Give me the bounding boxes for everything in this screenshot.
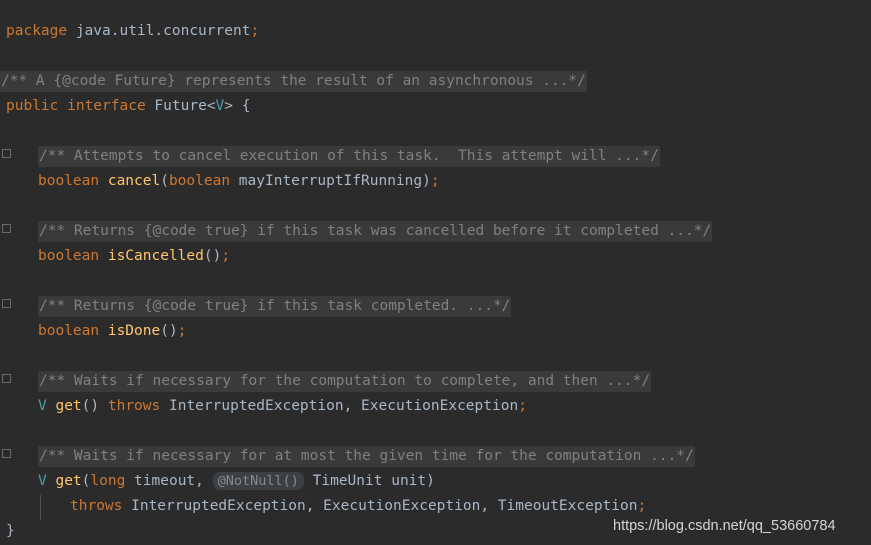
folded-javadoc[interactable]: /** Returns {@code true} if this task wa… bbox=[38, 221, 713, 242]
code-line-closing-brace: } bbox=[6, 519, 15, 544]
method-name-isdone: isDone bbox=[99, 323, 161, 339]
method-name-iscancelled: isCancelled bbox=[99, 248, 204, 264]
folded-javadoc[interactable]: /** A {@code Future} represents the resu… bbox=[0, 71, 587, 92]
code-line-method-iscancelled: boolean isCancelled(); bbox=[38, 244, 230, 269]
comma: , bbox=[195, 473, 213, 489]
param-name: unit bbox=[382, 473, 427, 489]
comma: , bbox=[480, 498, 490, 514]
paren-open: ( bbox=[160, 173, 169, 189]
return-type: boolean bbox=[38, 323, 100, 339]
method-name-get: get bbox=[46, 473, 82, 489]
semicolon: ; bbox=[430, 173, 440, 189]
code-line-folded-comment-get-timeout[interactable]: /** Waits if necessary for at most the g… bbox=[38, 444, 695, 469]
type-parameter: V bbox=[215, 98, 225, 114]
code-line-throws-continuation: throws InterruptedException, ExecutionEx… bbox=[70, 494, 646, 519]
param-type: long bbox=[90, 473, 126, 489]
angle-close: > bbox=[224, 98, 242, 114]
code-line-folded-comment-interface[interactable]: /** A {@code Future} represents the resu… bbox=[0, 69, 587, 94]
keyword-package: package bbox=[6, 23, 68, 39]
code-line-method-cancel: boolean cancel(boolean mayInterruptIfRun… bbox=[38, 169, 440, 194]
paren-close: ) bbox=[426, 473, 435, 489]
return-type-param: V bbox=[38, 473, 47, 489]
code-line-package: package java.util.concurrent; bbox=[6, 19, 259, 44]
code-line-folded-comment-get[interactable]: /** Waits if necessary for the computati… bbox=[38, 369, 652, 394]
code-line-folded-comment-iscancelled[interactable]: /** Returns {@code true} if this task wa… bbox=[38, 219, 713, 244]
folded-javadoc[interactable]: /** Waits if necessary for the computati… bbox=[38, 371, 652, 392]
code-line-folded-comment-isdone[interactable]: /** Returns {@code true} if this task co… bbox=[38, 294, 512, 319]
exception-type: InterruptedException bbox=[122, 498, 306, 514]
comma: , bbox=[343, 398, 353, 414]
folded-javadoc[interactable]: /** Returns {@code true} if this task co… bbox=[38, 296, 512, 317]
parens: () bbox=[81, 398, 108, 414]
code-line-folded-comment-cancel[interactable]: /** Attempts to cancel execution of this… bbox=[38, 144, 660, 169]
parens: () bbox=[160, 323, 178, 339]
interface-name: Future bbox=[154, 98, 207, 114]
keyword-throws: throws bbox=[70, 498, 123, 514]
return-type: boolean bbox=[38, 248, 100, 264]
method-name-cancel: cancel bbox=[99, 173, 161, 189]
exception-type: ExecutionException bbox=[352, 398, 519, 414]
package-name: java.util.concurrent bbox=[67, 23, 251, 39]
brace-open: { bbox=[241, 98, 251, 114]
inlay-hint-notnull[interactable]: @NotNull() bbox=[212, 472, 304, 490]
angle-open: < bbox=[206, 98, 216, 114]
keyword-interface: interface bbox=[58, 98, 155, 114]
method-name-get: get bbox=[46, 398, 82, 414]
parens: () bbox=[203, 248, 222, 264]
code-line-method-isdone: boolean isDone(); bbox=[38, 319, 186, 344]
return-type: boolean bbox=[38, 173, 100, 189]
exception-type: InterruptedException bbox=[160, 398, 344, 414]
paren-close: ) bbox=[422, 173, 431, 189]
code-editor[interactable]: package java.util.concurrent; /** A {@co… bbox=[0, 0, 871, 545]
code-line-method-get-timeout: V get(long timeout, @NotNull() TimeUnit … bbox=[38, 469, 435, 494]
semicolon: ; bbox=[177, 323, 187, 339]
param-name: timeout bbox=[125, 473, 196, 489]
param-type: TimeUnit bbox=[303, 473, 383, 489]
return-type-param: V bbox=[38, 398, 47, 414]
exception-type: TimeoutException bbox=[489, 498, 638, 514]
semicolon: ; bbox=[250, 23, 260, 39]
folded-javadoc[interactable]: /** Attempts to cancel execution of this… bbox=[38, 146, 660, 167]
semicolon: ; bbox=[637, 498, 647, 514]
code-content[interactable]: package java.util.concurrent; /** A {@co… bbox=[0, 0, 871, 545]
param-name: mayInterruptIfRunning bbox=[230, 173, 423, 189]
keyword-public: public bbox=[6, 98, 59, 114]
exception-type: ExecutionException bbox=[314, 498, 481, 514]
code-line-interface-decl: public interface Future<V> { bbox=[6, 94, 250, 119]
semicolon: ; bbox=[221, 248, 231, 264]
code-line-method-get: V get() throws InterruptedException, Exe… bbox=[38, 394, 527, 419]
brace-close: } bbox=[6, 523, 15, 539]
indent-guide bbox=[40, 495, 41, 520]
param-type: boolean bbox=[168, 173, 231, 189]
watermark-url: https://blog.csdn.net/qq_53660784 bbox=[613, 518, 836, 534]
semicolon: ; bbox=[518, 398, 527, 414]
folded-javadoc[interactable]: /** Waits if necessary for at most the g… bbox=[38, 446, 695, 467]
keyword-throws: throws bbox=[107, 398, 161, 414]
